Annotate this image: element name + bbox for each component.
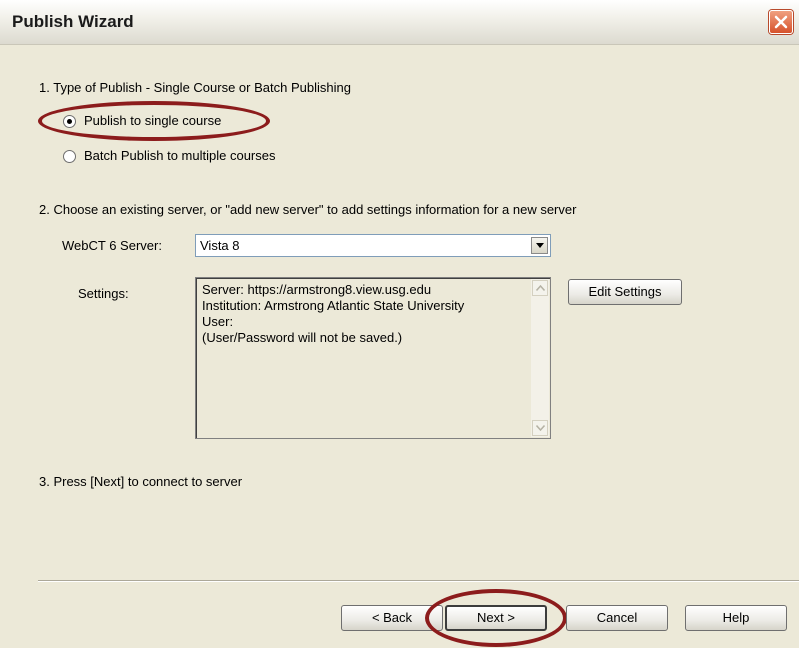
next-button[interactable]: Next > xyxy=(445,605,547,631)
settings-textarea[interactable]: Server: https://armstrong8.view.usg.edu … xyxy=(195,277,551,439)
step3-heading: 3. Press [Next] to connect to server xyxy=(39,474,243,489)
chevron-down-icon xyxy=(536,243,544,248)
chevron-up-icon xyxy=(536,285,545,291)
server-label: WebCT 6 Server: xyxy=(62,238,162,253)
window-title: Publish Wizard xyxy=(12,12,134,31)
step2-heading: 2. Choose an existing server, or "add ne… xyxy=(39,202,577,217)
radio-label-single-course[interactable]: Publish to single course xyxy=(84,113,221,128)
settings-line: Server: https://armstrong8.view.usg.edu xyxy=(202,282,432,297)
dropdown-button[interactable] xyxy=(531,237,548,254)
close-button[interactable] xyxy=(769,10,793,34)
scroll-up-button[interactable] xyxy=(532,280,548,296)
scroll-down-button[interactable] xyxy=(532,420,548,436)
help-button[interactable]: Help xyxy=(685,605,787,631)
settings-line: User: xyxy=(202,314,234,329)
server-select[interactable]: Vista 8 xyxy=(195,234,551,257)
settings-line: (User/Password will not be saved.) xyxy=(202,330,403,345)
vertical-scrollbar[interactable] xyxy=(531,279,549,437)
server-select-value: Vista 8 xyxy=(200,238,240,253)
back-button[interactable]: < Back xyxy=(341,605,443,631)
title-bar: Publish Wizard xyxy=(0,0,799,45)
divider xyxy=(38,580,799,582)
radio-button-batch-publish[interactable] xyxy=(63,150,76,163)
cancel-button[interactable]: Cancel xyxy=(566,605,668,631)
settings-text: Server: https://armstrong8.view.usg.edu … xyxy=(202,282,464,346)
edit-settings-button[interactable]: Edit Settings xyxy=(568,279,682,305)
settings-label: Settings: xyxy=(78,286,129,301)
radio-label-batch-publish[interactable]: Batch Publish to multiple courses xyxy=(84,148,275,163)
chevron-down-icon xyxy=(536,425,545,431)
settings-line: Institution: Armstrong Atlantic State Un… xyxy=(202,298,465,313)
radio-button-single-course[interactable] xyxy=(63,115,76,128)
step1-heading: 1. Type of Publish - Single Course or Ba… xyxy=(39,80,351,95)
close-icon xyxy=(774,15,788,29)
